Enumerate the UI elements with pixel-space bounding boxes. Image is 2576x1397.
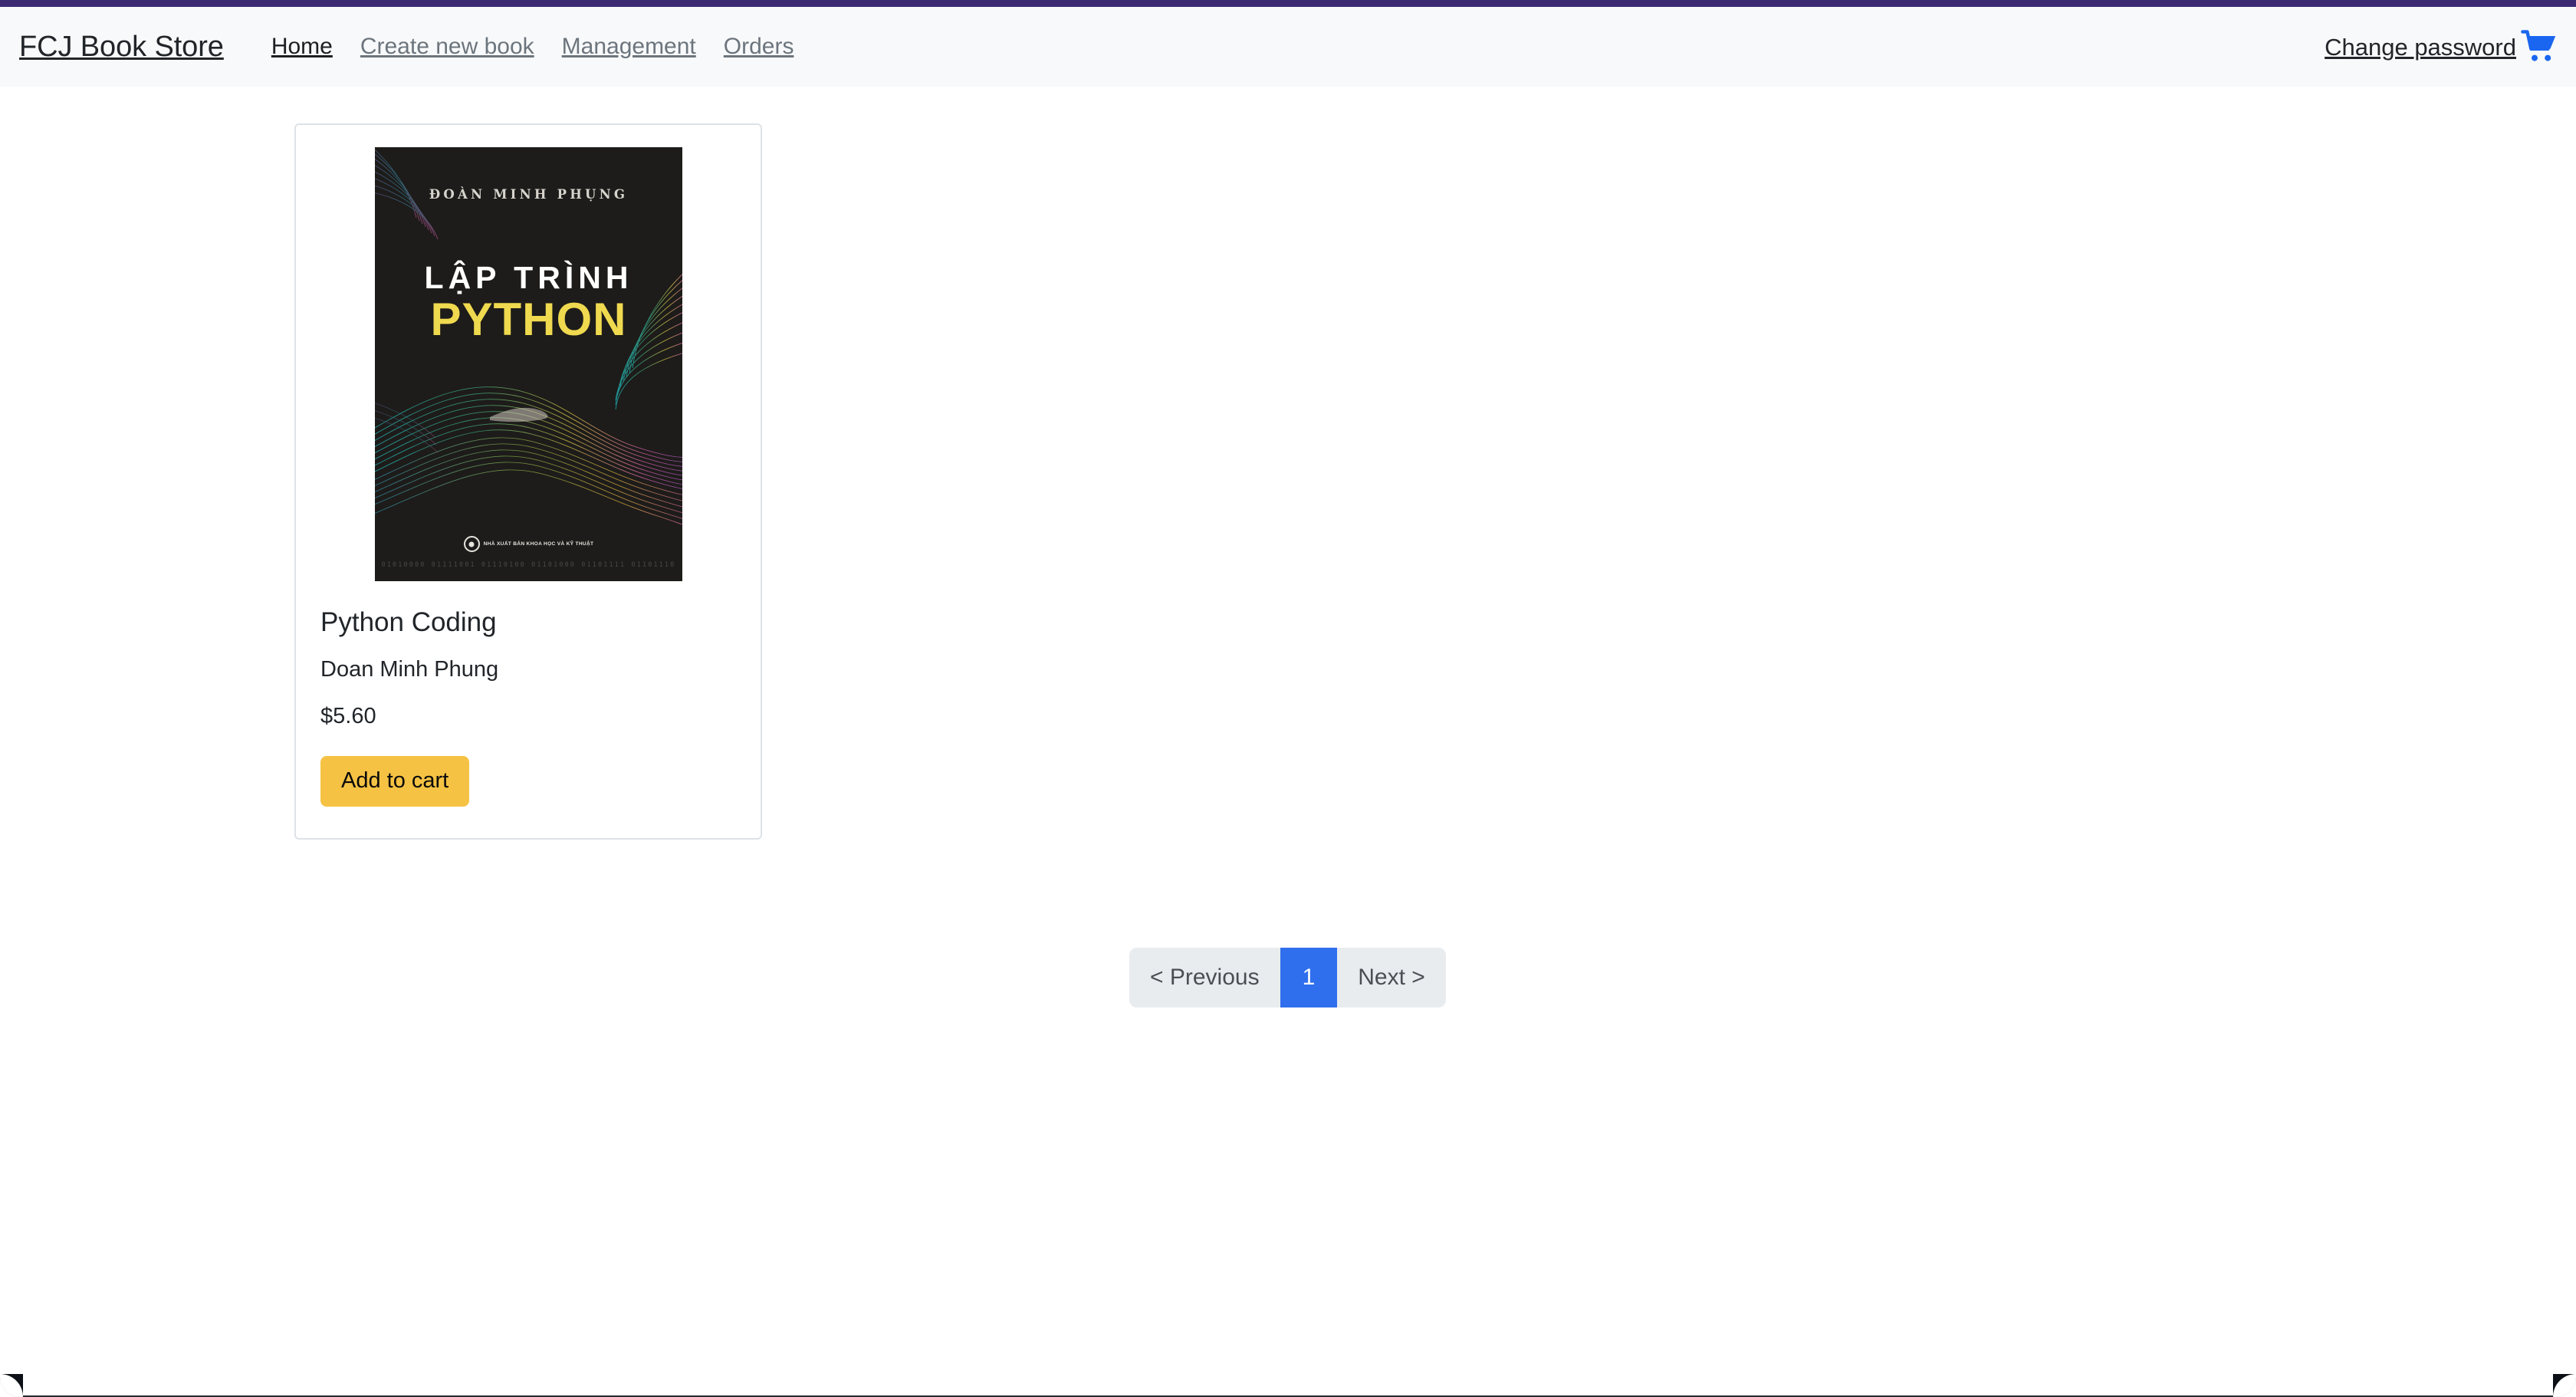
pagination-next-button[interactable]: Next > — [1337, 948, 1446, 1007]
cover-binary-strip: 01010000 01111001 01110100 01101000 0110… — [381, 560, 676, 568]
cover-title-line-1: LẬP TRÌNH — [424, 260, 633, 295]
book-title: Python Coding — [320, 607, 497, 637]
navbar: FCJ Book Store Home Create new book Mana… — [0, 7, 2576, 87]
cover-publisher-block: NHÀ XUẤT BẢN KHOA HỌC VÀ KỸ THUẬT — [375, 536, 682, 552]
cart-button[interactable] — [2521, 30, 2558, 64]
cover-author-text: ĐOÀN MINH PHỤNG — [429, 187, 629, 202]
book-cover-image: ĐOÀN MINH PHỤNG LẬP TRÌNH PYTHON NHÀ XUẤ… — [375, 147, 682, 581]
main-content: ĐOÀN MINH PHỤNG LẬP TRÌNH PYTHON NHÀ XUẤ… — [0, 87, 2576, 1397]
add-to-cart-button[interactable]: Add to cart — [320, 755, 470, 807]
book-price: $5.60 — [320, 703, 376, 728]
nav-link-management[interactable]: Management — [548, 35, 710, 58]
cover-title-line-2: PYTHON — [430, 294, 627, 345]
nav-link-create-new-book[interactable]: Create new book — [347, 35, 548, 58]
shopping-cart-icon — [2521, 30, 2556, 61]
nav-link-orders[interactable]: Orders — [710, 35, 808, 58]
publisher-logo-icon — [463, 536, 480, 552]
nav-link-home[interactable]: Home — [258, 35, 347, 58]
book-cover-artwork — [375, 147, 682, 581]
book-author: Doan Minh Phung — [320, 657, 499, 682]
cover-publisher-text: NHÀ XUẤT BẢN KHOA HỌC VÀ KỸ THUẬT — [483, 541, 594, 547]
pagination-previous-button[interactable]: < Previous — [1129, 948, 1280, 1007]
book-card[interactable]: ĐOÀN MINH PHỤNG LẬP TRÌNH PYTHON NHÀ XUẤ… — [294, 123, 762, 840]
top-accent-bar — [0, 0, 2576, 7]
change-password-link[interactable]: Change password — [2325, 35, 2521, 59]
pagination-page-1-button[interactable]: 1 — [1280, 948, 1338, 1007]
book-card-body: Python Coding Doan Minh Phung $5.60 Add … — [320, 606, 736, 807]
navbar-right-group: Change password — [2325, 30, 2558, 64]
browser-viewport: FCJ Book Store Home Create new book Mana… — [0, 0, 2576, 1397]
pagination: < Previous 1 Next > — [1129, 948, 1446, 1007]
navbar-links: Home Create new book Management Orders — [258, 35, 808, 58]
navbar-brand[interactable]: FCJ Book Store — [19, 32, 224, 61]
